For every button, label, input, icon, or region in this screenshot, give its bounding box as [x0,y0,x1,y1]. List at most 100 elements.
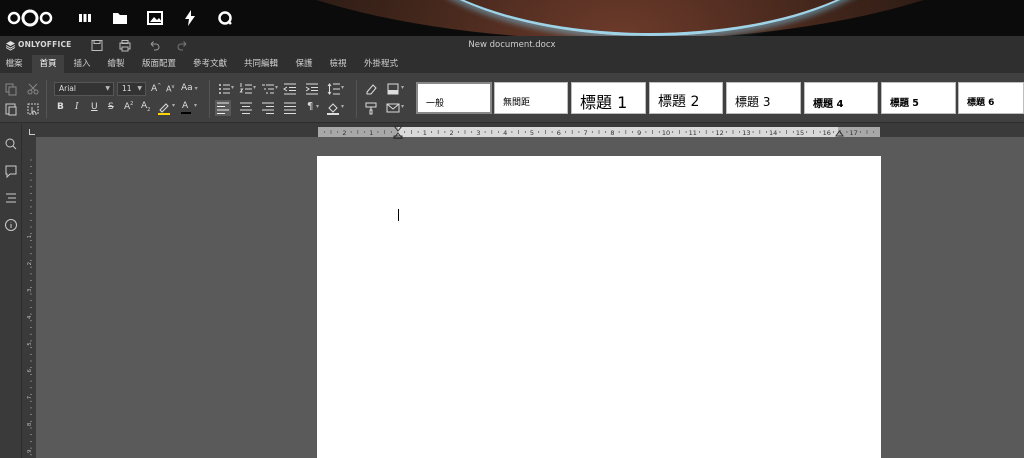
files-icon[interactable] [111,9,129,27]
font-color-label: A [182,101,189,111]
chevron-down-icon[interactable]: ▾ [253,84,256,91]
font-color-button[interactable]: A [182,101,188,111]
tab-collaboration[interactable]: 共同編輯 [238,55,284,73]
align-right-icon[interactable] [261,101,275,115]
activity-icon[interactable] [181,9,199,27]
increase-indent-icon[interactable] [305,82,319,96]
italic-button[interactable]: I [75,102,79,112]
tab-plugins[interactable]: 外掛程式 [358,55,404,73]
line-spacing-icon[interactable] [327,82,341,96]
font-name-select[interactable]: Arial ▼ [54,82,114,96]
text-cursor [398,209,399,221]
clear-style-icon[interactable] [364,82,378,96]
tab-insert[interactable]: 插入 [67,55,97,73]
ruler-label: 15 [796,129,804,137]
chevron-down-icon[interactable]: ▾ [341,84,344,91]
select-all-icon[interactable] [26,102,40,116]
style-heading-1-label: 標題 1 [580,93,628,112]
chevron-down-icon[interactable]: ▾ [401,84,404,91]
style-no-spacing[interactable]: 無間距 [494,82,568,114]
numbering-icon[interactable] [239,82,253,96]
style-heading-5[interactable]: 標題 5 [881,82,956,114]
navigation-icon[interactable] [4,191,18,205]
style-heading-6-label: 標題 6 [967,98,995,108]
search-icon[interactable] [4,137,18,151]
paragraph-marks-icon[interactable]: ¶ [307,101,313,112]
bold-button[interactable]: B [57,102,64,112]
chevron-down-icon[interactable]: ▾ [172,102,175,109]
ruler-label: 1 [369,129,373,137]
tab-references[interactable]: 參考文獻 [187,55,233,73]
chevron-down-icon[interactable]: ▾ [275,84,278,91]
decrease-indent-icon[interactable] [283,82,297,96]
tab-view[interactable]: 檢視 [323,55,353,73]
justify-icon[interactable] [283,101,297,115]
style-heading-3[interactable]: 標題 3 [726,82,801,114]
indent-marker-icon[interactable] [393,125,403,139]
change-case-button[interactable]: Aa ▾ [181,83,198,93]
color-scheme-icon[interactable] [386,82,400,96]
chevron-down-icon: ▾ [192,85,198,92]
ruler-label: 8 [610,129,614,137]
ruler-label: 6 [27,369,33,373]
chevron-down-icon[interactable]: ▾ [231,84,234,91]
photos-icon[interactable] [146,9,164,27]
style-heading-3-label: 標題 3 [735,95,771,109]
bullets-icon[interactable] [217,82,231,96]
nextcloud-logo[interactable] [7,8,53,28]
style-heading-4[interactable]: 標題 4 [804,82,878,114]
decrease-font-button[interactable]: Av [166,84,174,94]
paste-icon[interactable] [4,102,18,116]
chevron-down-icon[interactable]: ▾ [316,103,319,110]
nextcloud-header [0,0,1024,36]
chevron-down-icon[interactable]: ▾ [194,102,197,109]
multilevel-list-icon[interactable] [261,82,275,96]
chevron-down-icon[interactable]: ▾ [341,103,344,110]
strikethrough-button[interactable]: S [108,102,114,112]
copy-style-icon[interactable] [364,101,378,115]
font-color-bar [181,112,191,114]
document-page[interactable] [317,156,881,458]
font-size-select[interactable]: 11 ▼ [117,82,146,96]
mail-merge-icon[interactable] [386,101,400,115]
comments-icon[interactable] [4,164,18,178]
tab-layout[interactable]: 版面配置 [136,55,182,73]
superscript-button[interactable]: A2 [124,101,133,112]
ruler-label: 1 [423,129,427,137]
ruler-label: 12 [715,129,723,137]
toolbar-divider [46,80,47,118]
ruler-label: 1 [27,235,33,239]
tab-draw[interactable]: 繪製 [101,55,131,73]
style-heading-1[interactable]: 標題 1 [571,82,646,114]
ruler-label: 8 [27,422,33,426]
up-mark: ^ [157,83,162,89]
tab-protection[interactable]: 保護 [289,55,319,73]
tab-file[interactable]: 檔案 [0,55,28,73]
font-size-value: 11 [122,84,132,93]
ruler-label: 5 [27,342,33,346]
search-icon[interactable] [216,9,234,27]
dashboard-icon[interactable] [76,9,94,27]
ruler-corner[interactable] [29,129,35,135]
shading-icon[interactable] [326,101,340,115]
copy-icon[interactable] [4,82,18,96]
cut-icon[interactable] [26,82,40,96]
style-heading-2[interactable]: 標題 2 [649,82,723,114]
highlight-icon[interactable] [157,101,171,115]
style-heading-6[interactable]: 標題 6 [958,82,1024,114]
style-normal[interactable]: 一般 [416,82,492,114]
subscript-button[interactable]: A2 [141,101,150,113]
style-heading-2-label: 標題 2 [658,94,700,110]
ruler-label: 2 [342,129,346,137]
align-left-icon[interactable] [216,101,230,115]
increase-font-button[interactable]: A^ [151,83,161,94]
align-center-icon[interactable] [239,101,253,115]
ruler-label: 2 [27,262,33,266]
underline-button[interactable]: U [91,102,98,112]
ruler-label: 7 [27,395,33,399]
chevron-down-icon[interactable]: ▾ [401,103,404,110]
right-indent-marker-icon[interactable] [835,130,844,137]
about-icon[interactable] [4,218,18,232]
tab-home[interactable]: 首頁 [32,55,64,73]
style-heading-4-label: 標題 4 [813,99,844,110]
